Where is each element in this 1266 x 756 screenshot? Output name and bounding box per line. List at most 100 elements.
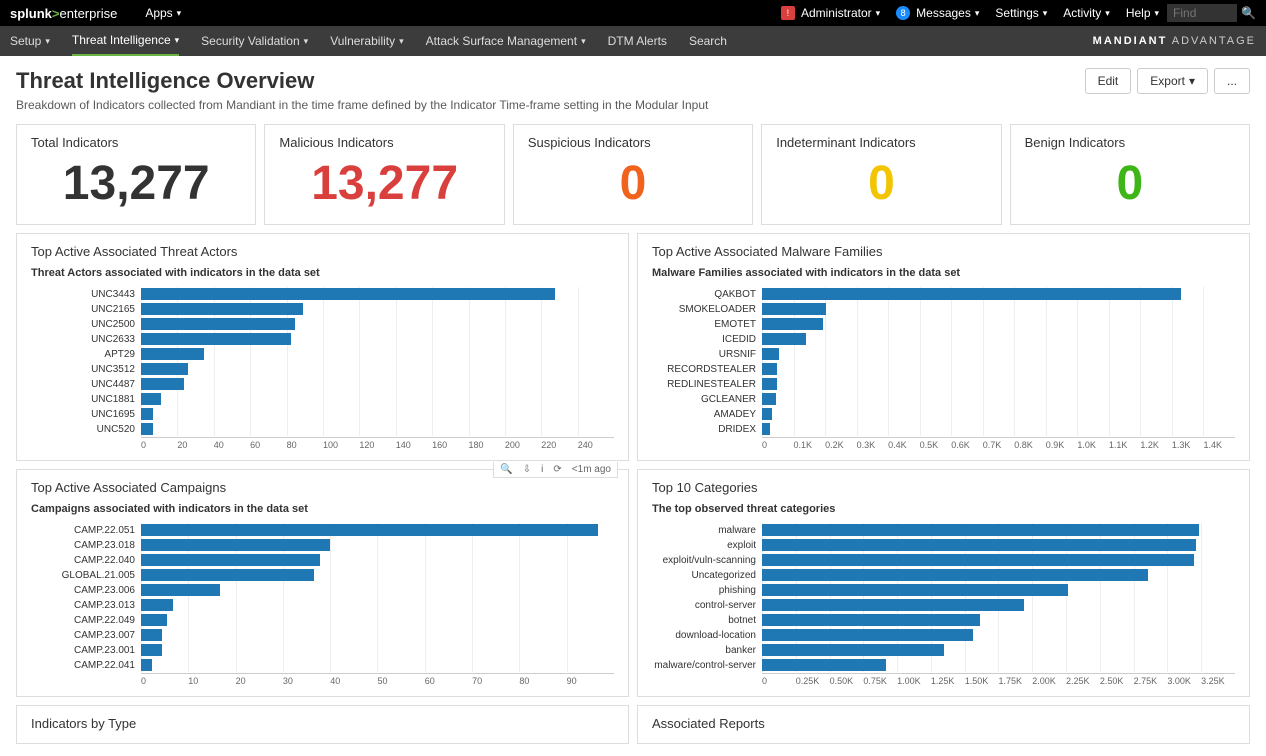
bar-label: CAMP.22.049 (31, 615, 141, 626)
bar-label: URSNIF (652, 349, 762, 360)
refresh-icon[interactable]: ⟳ (553, 464, 561, 475)
caret-down-icon: ▾ (175, 35, 180, 46)
apps-label: Apps (145, 6, 172, 20)
bar-label: GLOBAL.21.005 (31, 570, 141, 581)
nav-bar: Setup▾ Threat Intelligence▾ Security Val… (0, 26, 1266, 56)
admin-menu[interactable]: ! Administrator▾ (781, 6, 880, 20)
stats-row: Total Indicators 13,277Malicious Indicat… (16, 124, 1250, 225)
apps-menu[interactable]: Apps▾ (145, 6, 181, 20)
chart-bar[interactable]: UNC1881 (31, 392, 614, 406)
chart-bar[interactable]: QAKBOT (652, 287, 1235, 301)
bar-label: Uncategorized (652, 570, 762, 581)
bar-label: UNC4487 (31, 379, 141, 390)
bar-label: APT29 (31, 349, 141, 360)
logo-gt-icon: > (52, 6, 60, 21)
caret-down-icon: ▾ (399, 36, 404, 47)
chart-bar[interactable]: Uncategorized (652, 568, 1235, 582)
chart-bar[interactable]: UNC3512 (31, 362, 614, 376)
search-icon[interactable]: 🔍 (1241, 6, 1256, 20)
chart-bar[interactable]: GCLEANER (652, 392, 1235, 406)
chart-bar[interactable]: CAMP.23.007 (31, 628, 614, 642)
nav-security-validation[interactable]: Security Validation▾ (201, 34, 308, 48)
bar-label: CAMP.23.007 (31, 630, 141, 641)
splunk-logo: splunk>enterprise (10, 6, 117, 21)
chart-bar[interactable]: ICEDID (652, 332, 1235, 346)
nav-dtm-alerts[interactable]: DTM Alerts (608, 34, 667, 48)
chart-bar[interactable]: SMOKELOADER (652, 302, 1235, 316)
chart-x-axis: 00.25K0.50K0.75K1.00K1.25K1.50K1.75K2.00… (762, 673, 1235, 686)
chart-bar[interactable]: UNC520 (31, 422, 614, 436)
bar-label: exploit/vuln-scanning (652, 555, 762, 566)
export-button[interactable]: Export▾ (1137, 68, 1208, 94)
nav-setup[interactable]: Setup▾ (10, 34, 50, 48)
chart-bar[interactable]: exploit (652, 538, 1235, 552)
chart-bar[interactable]: CAMP.22.049 (31, 613, 614, 627)
chart-bar[interactable]: phishing (652, 583, 1235, 597)
nav-search[interactable]: Search (689, 34, 727, 48)
chart-bar[interactable]: EMOTET (652, 317, 1235, 331)
bar-label: CAMP.22.041 (31, 660, 141, 671)
chart-bar[interactable]: UNC3443 (31, 287, 614, 301)
edit-button[interactable]: Edit (1085, 68, 1132, 94)
chart-bar[interactable]: CAMP.23.001 (31, 643, 614, 657)
chart-bar[interactable]: REDLINESTEALER (652, 377, 1235, 391)
nav-threat-intelligence[interactable]: Threat Intelligence▾ (72, 26, 179, 56)
panel-campaigns: Top Active Associated Campaigns Campaign… (16, 469, 629, 697)
logo-text: splunk (10, 6, 52, 21)
chart-bar[interactable]: botnet (652, 613, 1235, 627)
chart-bar[interactable]: malware/control-server (652, 658, 1235, 672)
chart-bar[interactable]: RECORDSTEALER (652, 362, 1235, 376)
chart-bar[interactable]: URSNIF (652, 347, 1235, 361)
caret-down-icon: ▾ (1189, 74, 1195, 88)
info-icon[interactable]: i (541, 464, 543, 475)
bar-label: REDLINESTEALER (652, 379, 762, 390)
panel-subtitle: Threat Actors associated with indicators… (31, 267, 614, 279)
zoom-icon[interactable]: 🔍 (500, 464, 512, 475)
chart-bar[interactable]: exploit/vuln-scanning (652, 553, 1235, 567)
chart-bar[interactable]: banker (652, 643, 1235, 657)
bar-label: UNC3443 (31, 289, 141, 300)
chart-bar[interactable]: download-location (652, 628, 1235, 642)
caret-down-icon: ▾ (876, 8, 881, 19)
bar-label: UNC2633 (31, 334, 141, 345)
bar-label: EMOTET (652, 319, 762, 330)
chart-bar[interactable]: UNC2165 (31, 302, 614, 316)
download-icon[interactable]: ⇩ (523, 464, 531, 475)
chart-bar[interactable]: UNC2500 (31, 317, 614, 331)
bar-label: UNC2165 (31, 304, 141, 315)
chart-bar[interactable]: CAMP.23.006 (31, 583, 614, 597)
settings-menu[interactable]: Settings▾ (995, 6, 1047, 20)
chart-bar[interactable]: AMADEY (652, 407, 1235, 421)
panel-indicators-by-type: Indicators by Type (16, 705, 629, 744)
chart-bar[interactable]: CAMP.23.013 (31, 598, 614, 612)
chart-bar[interactable]: APT29 (31, 347, 614, 361)
chart-bar[interactable]: UNC2633 (31, 332, 614, 346)
chart-bar[interactable]: CAMP.22.041 (31, 658, 614, 672)
nav-attack-surface[interactable]: Attack Surface Management▾ (426, 34, 586, 48)
stat-label: Suspicious Indicators (528, 135, 738, 150)
bar-label: DRIDEX (652, 424, 762, 435)
stat-value: 13,277 (31, 160, 241, 208)
help-menu[interactable]: Help▾ (1126, 6, 1159, 20)
chart-bar[interactable]: UNC4487 (31, 377, 614, 391)
bar-label: control-server (652, 600, 762, 611)
bar-label: RECORDSTEALER (652, 364, 762, 375)
bar-label: banker (652, 645, 762, 656)
activity-menu[interactable]: Activity▾ (1063, 6, 1110, 20)
chart-bar[interactable]: DRIDEX (652, 422, 1235, 436)
panel-title: Top 10 Categories (652, 480, 1235, 495)
chart-bar[interactable]: GLOBAL.21.005 (31, 568, 614, 582)
chart-bar[interactable]: CAMP.22.051 (31, 523, 614, 537)
chart-bar[interactable]: malware (652, 523, 1235, 537)
find-input[interactable] (1167, 4, 1237, 22)
chart-bar[interactable]: UNC1695 (31, 407, 614, 421)
chart-bar[interactable]: control-server (652, 598, 1235, 612)
nav-vulnerability[interactable]: Vulnerability▾ (330, 34, 403, 48)
chart-bar[interactable]: CAMP.22.040 (31, 553, 614, 567)
stat-card: Indeterminant Indicators 0 (761, 124, 1001, 225)
chart-bar[interactable]: CAMP.23.018 (31, 538, 614, 552)
bar-label: CAMP.23.018 (31, 540, 141, 551)
messages-menu[interactable]: 8 Messages▾ (896, 6, 979, 20)
messages-label: Messages (916, 6, 971, 20)
more-button[interactable]: ... (1214, 68, 1250, 94)
